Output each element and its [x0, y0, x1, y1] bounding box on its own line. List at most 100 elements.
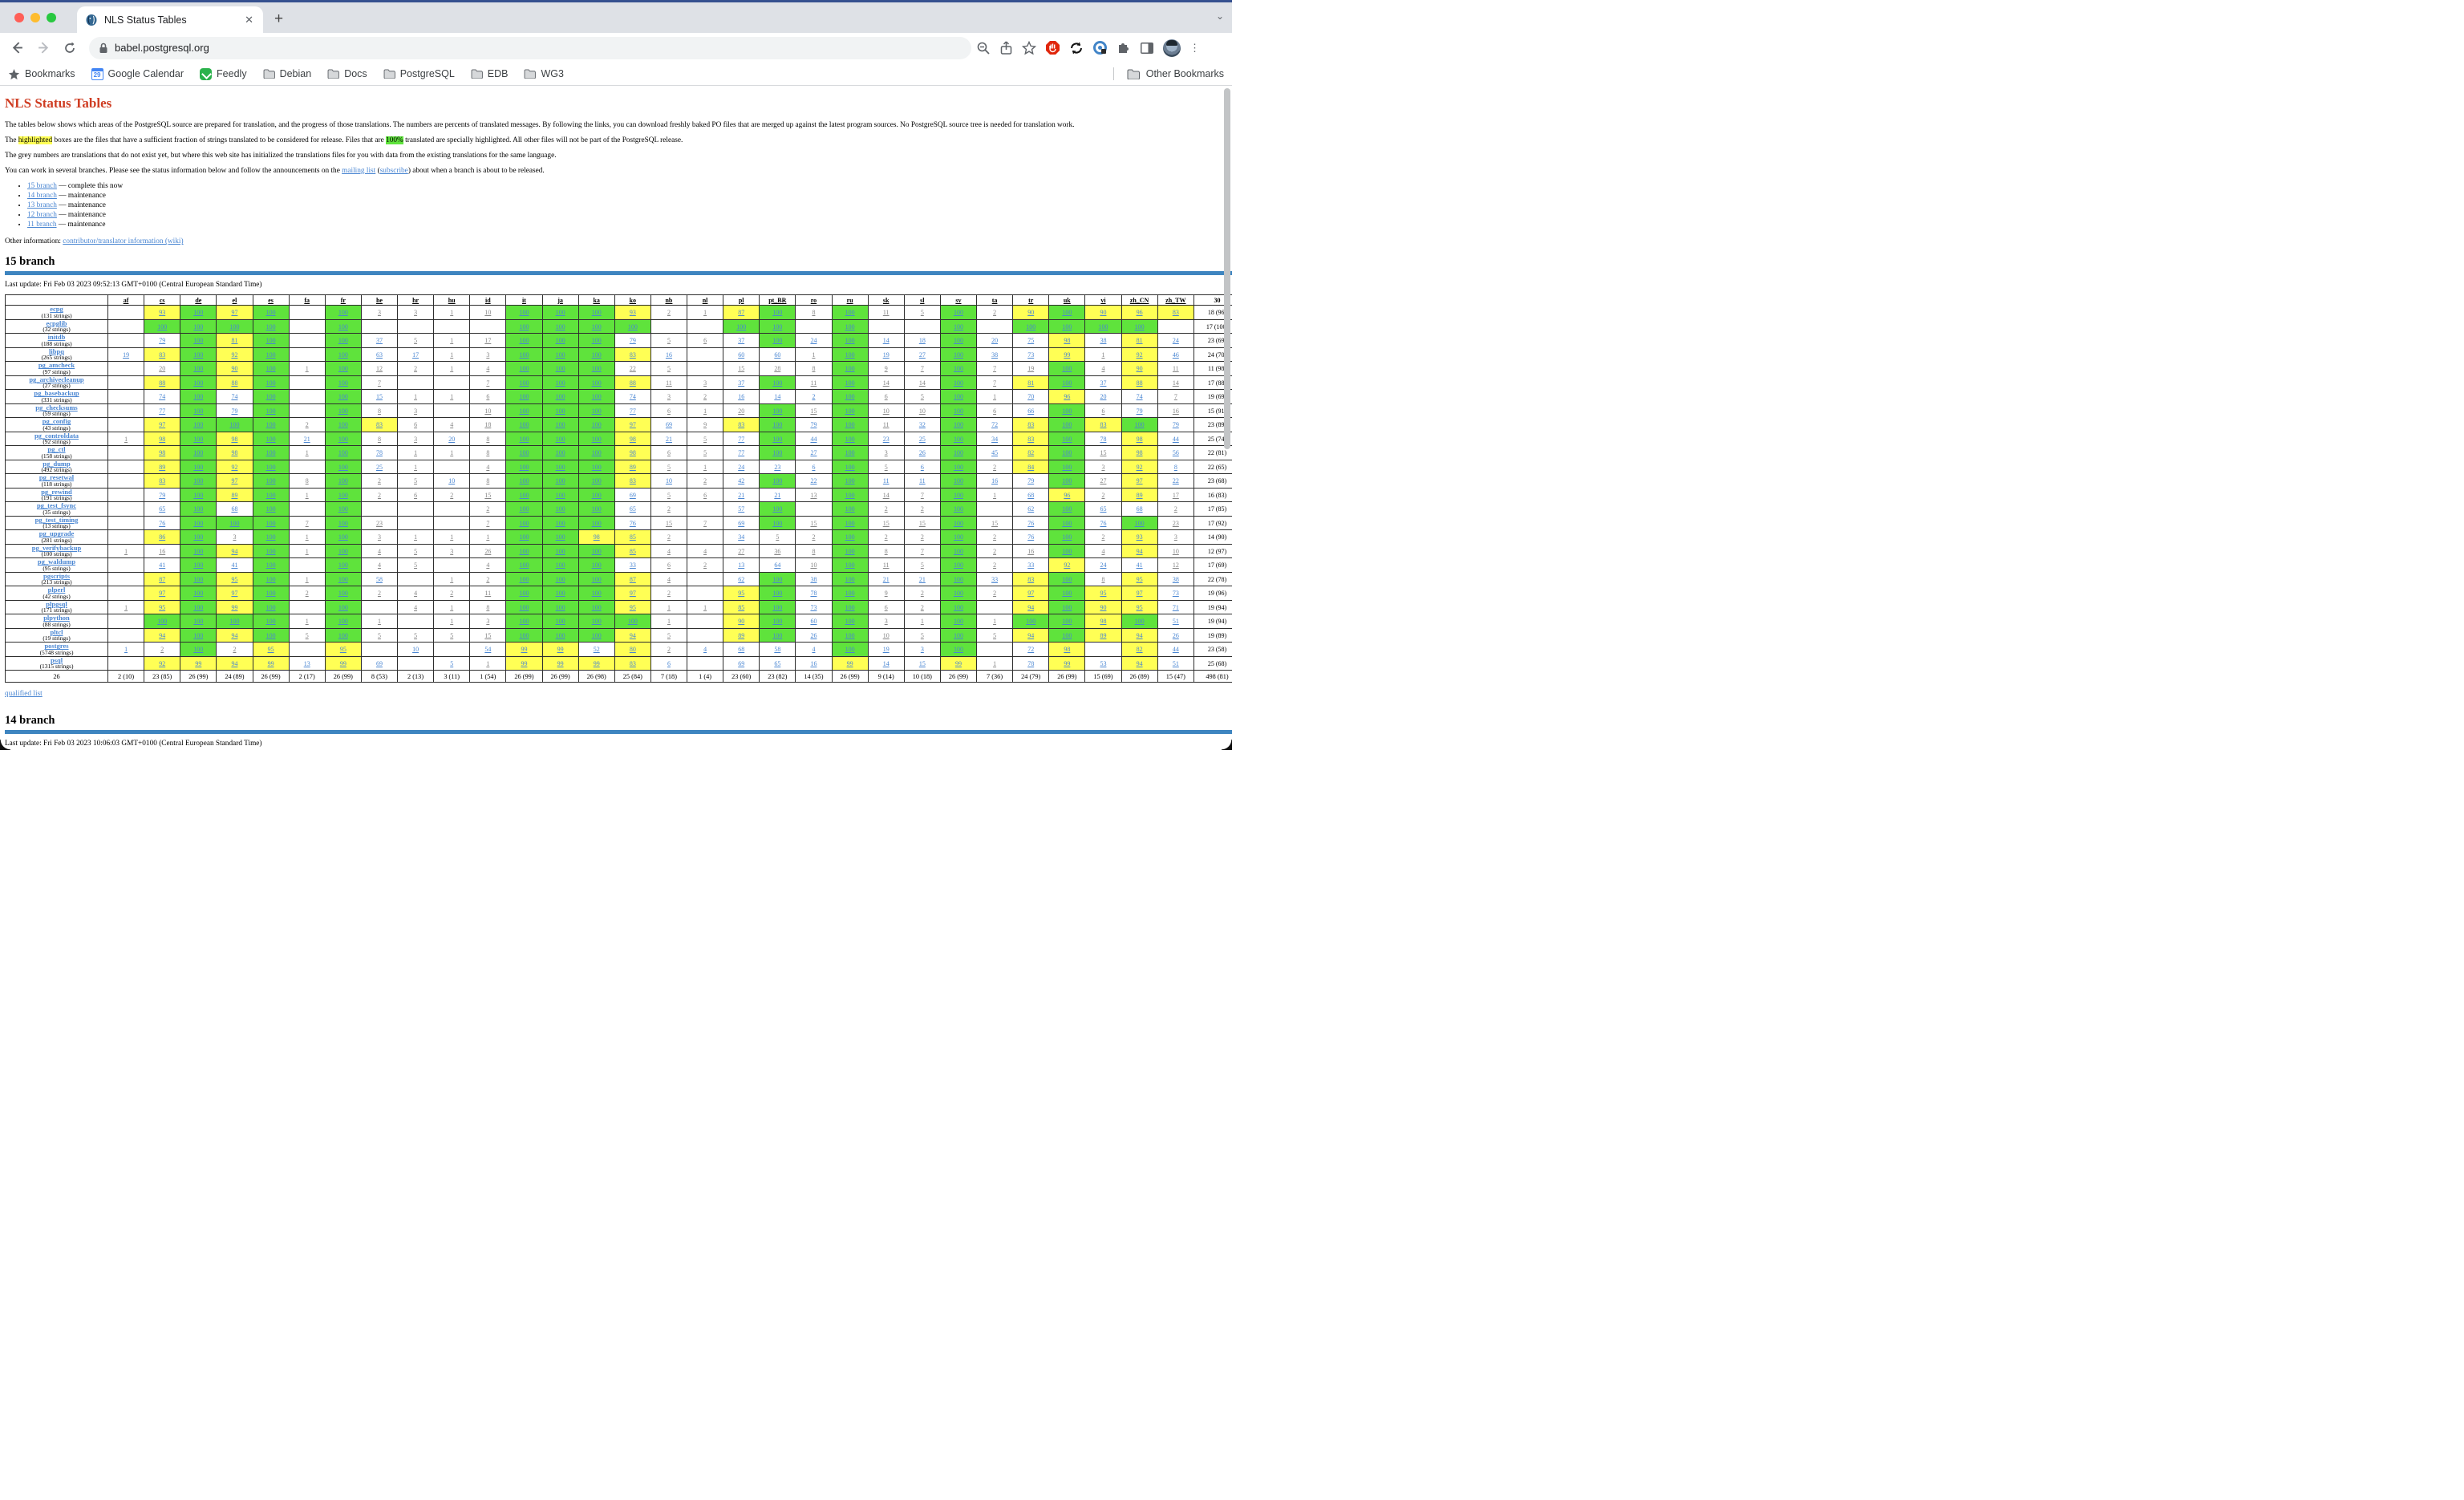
po-file-link[interactable]: 97 [159, 590, 165, 597]
po-file-link[interactable]: 100 [845, 379, 855, 387]
po-file-link[interactable]: 100 [954, 604, 963, 611]
percent-cell[interactable]: 100 [506, 347, 542, 362]
po-file-link[interactable]: 97 [630, 590, 636, 597]
po-file-link[interactable]: 92 [159, 660, 165, 667]
po-file-link[interactable]: 100 [266, 393, 276, 400]
column-header-cell[interactable]: fr [325, 295, 361, 306]
po-file-link[interactable]: 100 [1062, 379, 1072, 387]
column-header-cell[interactable]: ro [796, 295, 832, 306]
po-file-link[interactable]: 92 [231, 464, 237, 471]
po-file-link[interactable]: 100 [266, 533, 276, 541]
percent-cell[interactable]: 98 [614, 446, 650, 460]
percent-cell[interactable]: 100 [542, 446, 578, 460]
po-file-link[interactable]: 100 [266, 407, 276, 415]
percent-cell[interactable]: 100 [1049, 544, 1085, 558]
po-file-link[interactable]: 74 [231, 393, 237, 400]
percent-cell[interactable]: 100 [506, 390, 542, 404]
percent-cell[interactable]: 100 [180, 600, 217, 614]
po-file-link[interactable]: 100 [954, 337, 963, 344]
po-file-link[interactable]: 100 [519, 618, 529, 625]
po-file-link[interactable]: 79 [159, 337, 165, 344]
po-file-link[interactable]: 20 [1100, 393, 1106, 400]
po-file-link[interactable]: 100 [338, 492, 348, 499]
po-file-link[interactable]: 100 [954, 590, 963, 597]
po-file-link[interactable]: 100 [556, 505, 565, 513]
po-file-link[interactable]: 65 [774, 660, 780, 667]
percent-cell[interactable]: 100 [940, 403, 976, 418]
po-file-link[interactable]: 33 [1027, 561, 1034, 569]
percent-cell[interactable]: 100 [180, 544, 217, 558]
percent-cell[interactable]: 100 [144, 319, 180, 334]
po-file-link[interactable]: 100 [1062, 590, 1072, 597]
po-file-link[interactable]: 87 [738, 309, 744, 316]
po-file-link[interactable]: 100 [193, 393, 203, 400]
po-file-link[interactable]: 32 [919, 421, 926, 428]
po-file-link[interactable]: 100 [556, 520, 565, 527]
column-header-cell[interactable]: it [506, 295, 542, 306]
percent-cell[interactable]: 100 [832, 306, 868, 320]
po-file-link[interactable]: 100 [266, 618, 276, 625]
percent-cell[interactable]: 100 [253, 614, 289, 629]
po-file-link[interactable]: 76 [630, 520, 636, 527]
po-file-link[interactable]: 100 [845, 309, 855, 316]
percent-cell[interactable]: 26 [1157, 628, 1194, 643]
po-file-link[interactable]: 100 [266, 323, 276, 330]
percent-cell[interactable]: 77 [723, 446, 760, 460]
percent-cell[interactable]: 90 [1013, 306, 1049, 320]
po-file-link[interactable]: 89 [630, 464, 636, 471]
percent-cell[interactable]: 100 [144, 614, 180, 629]
language-column-header[interactable]: ro [811, 297, 817, 304]
po-file-link[interactable]: 75 [1027, 337, 1034, 344]
percent-cell[interactable]: 97 [144, 586, 180, 601]
po-file-link[interactable]: 95 [340, 646, 346, 653]
percent-cell[interactable]: 100 [832, 502, 868, 517]
po-file-link[interactable]: 68 [738, 646, 744, 653]
po-file-link[interactable]: 100 [266, 464, 276, 471]
po-file-link[interactable]: 83 [738, 421, 744, 428]
po-file-link[interactable]: 94 [159, 632, 165, 639]
po-file-link[interactable]: 94 [1027, 632, 1034, 639]
percent-cell[interactable]: 100 [253, 572, 289, 586]
percent-cell[interactable]: 100 [506, 614, 542, 629]
po-file-link[interactable]: 24 [1100, 561, 1106, 569]
percent-cell[interactable]: 100 [614, 319, 650, 334]
po-file-link[interactable]: 98 [159, 436, 165, 443]
po-file-link[interactable]: 100 [266, 436, 276, 443]
percent-cell[interactable]: 63 [361, 347, 397, 362]
percent-cell[interactable]: 19 [868, 347, 904, 362]
po-file-link[interactable]: 100 [592, 576, 602, 583]
po-file-link[interactable]: 100 [519, 337, 529, 344]
po-file-link[interactable]: 100 [592, 407, 602, 415]
po-file-link[interactable]: 100 [338, 576, 348, 583]
percent-cell[interactable]: 99 [506, 643, 542, 657]
percent-cell[interactable]: 100 [723, 319, 760, 334]
po-file-link[interactable]: 68 [231, 505, 237, 513]
percent-cell[interactable]: 100 [832, 362, 868, 376]
po-file-link[interactable]: 100 [1062, 365, 1072, 372]
po-file-link[interactable]: 25 [919, 436, 926, 443]
percent-cell[interactable]: 80 [614, 643, 650, 657]
profile-avatar[interactable] [1163, 39, 1181, 57]
percent-cell[interactable]: 100 [542, 474, 578, 489]
po-file-link[interactable]: 100 [266, 337, 276, 344]
po-file-link[interactable]: 100 [845, 604, 855, 611]
percent-cell[interactable]: 100 [325, 306, 361, 320]
po-file-link[interactable]: 100 [954, 548, 963, 555]
po-file-link[interactable]: 100 [519, 407, 529, 415]
percent-cell[interactable]: 100 [940, 319, 976, 334]
po-file-link[interactable]: 100 [1135, 421, 1145, 428]
percent-cell[interactable]: 100 [832, 516, 868, 530]
percent-cell[interactable]: 89 [614, 460, 650, 474]
percent-cell[interactable]: 81 [1013, 375, 1049, 390]
percent-cell[interactable]: 100 [578, 572, 614, 586]
percent-cell[interactable]: 100 [940, 558, 976, 573]
percent-cell[interactable]: 97 [217, 474, 253, 489]
po-file-link[interactable]: 100 [592, 604, 602, 611]
percent-cell[interactable]: 89 [1085, 628, 1121, 643]
po-file-link[interactable]: 100 [193, 309, 203, 316]
po-file-link[interactable]: 100 [556, 604, 565, 611]
percent-cell[interactable]: 100 [760, 334, 796, 348]
percent-cell[interactable]: 100 [578, 362, 614, 376]
po-file-link[interactable]: 79 [1137, 407, 1143, 415]
po-file-link[interactable]: 100 [338, 365, 348, 372]
